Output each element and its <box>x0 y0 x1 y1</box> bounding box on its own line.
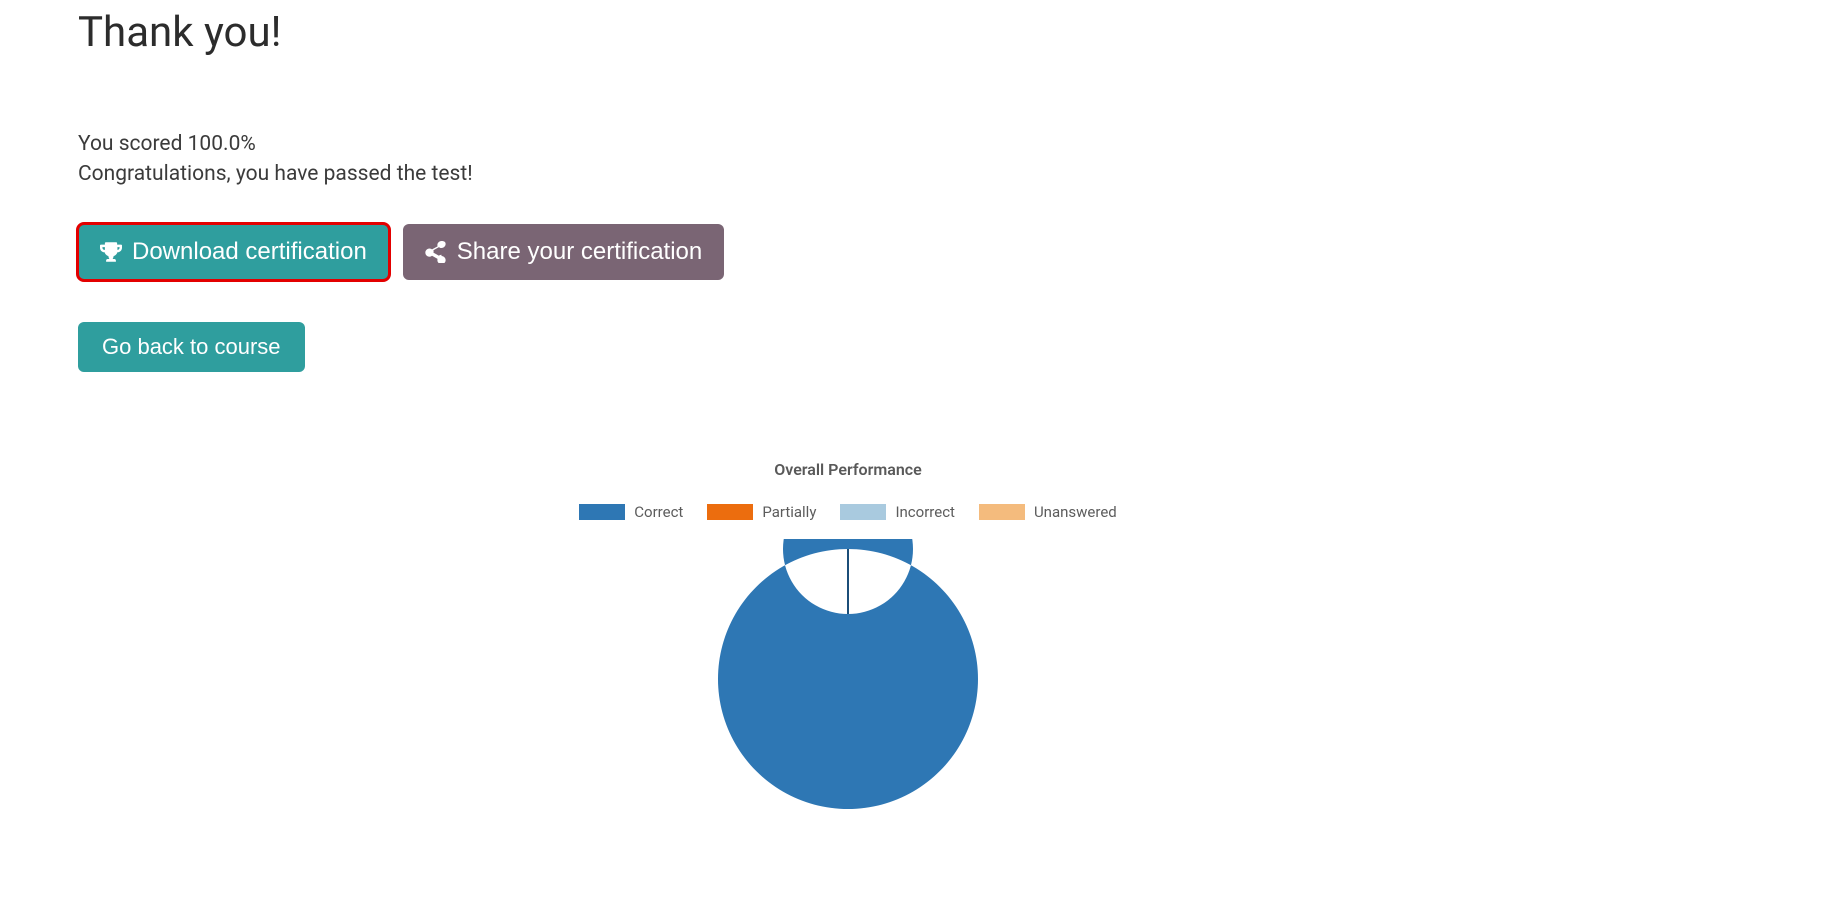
donut-chart <box>708 539 988 819</box>
legend-label-correct: Correct <box>634 503 683 521</box>
legend-label-incorrect: Incorrect <box>895 503 955 521</box>
chart-legend: Correct Partially Incorrect Unanswered <box>348 503 1348 521</box>
action-button-row: Download certification Share your certif… <box>78 224 1831 280</box>
download-certification-label: Download certification <box>132 238 367 266</box>
donut-chart-wrap <box>348 539 1348 819</box>
legend-item-incorrect[interactable]: Incorrect <box>840 503 955 521</box>
download-certification-button[interactable]: Download certification <box>78 224 389 280</box>
legend-swatch-correct <box>579 504 625 520</box>
trophy-icon <box>100 241 122 263</box>
legend-swatch-unanswered <box>979 504 1025 520</box>
chart-title: Overall Performance <box>348 460 1348 479</box>
chart-section: Overall Performance Correct Partially In… <box>348 460 1348 819</box>
legend-swatch-partially <box>707 504 753 520</box>
congrats-text: Congratulations, you have passed the tes… <box>78 159 1831 189</box>
share-certification-label: Share your certification <box>457 238 702 266</box>
legend-swatch-incorrect <box>840 504 886 520</box>
go-back-to-course-button[interactable]: Go back to course <box>78 322 305 372</box>
go-back-label: Go back to course <box>102 334 281 360</box>
share-certification-button[interactable]: Share your certification <box>403 224 724 280</box>
legend-item-correct[interactable]: Correct <box>579 503 683 521</box>
share-icon <box>425 241 447 263</box>
legend-item-unanswered[interactable]: Unanswered <box>979 503 1117 521</box>
legend-label-unanswered: Unanswered <box>1034 503 1117 521</box>
score-text: You scored 100.0% <box>78 129 1831 159</box>
page-title: Thank you! <box>78 8 1831 57</box>
legend-label-partially: Partially <box>762 503 816 521</box>
legend-item-partially[interactable]: Partially <box>707 503 816 521</box>
